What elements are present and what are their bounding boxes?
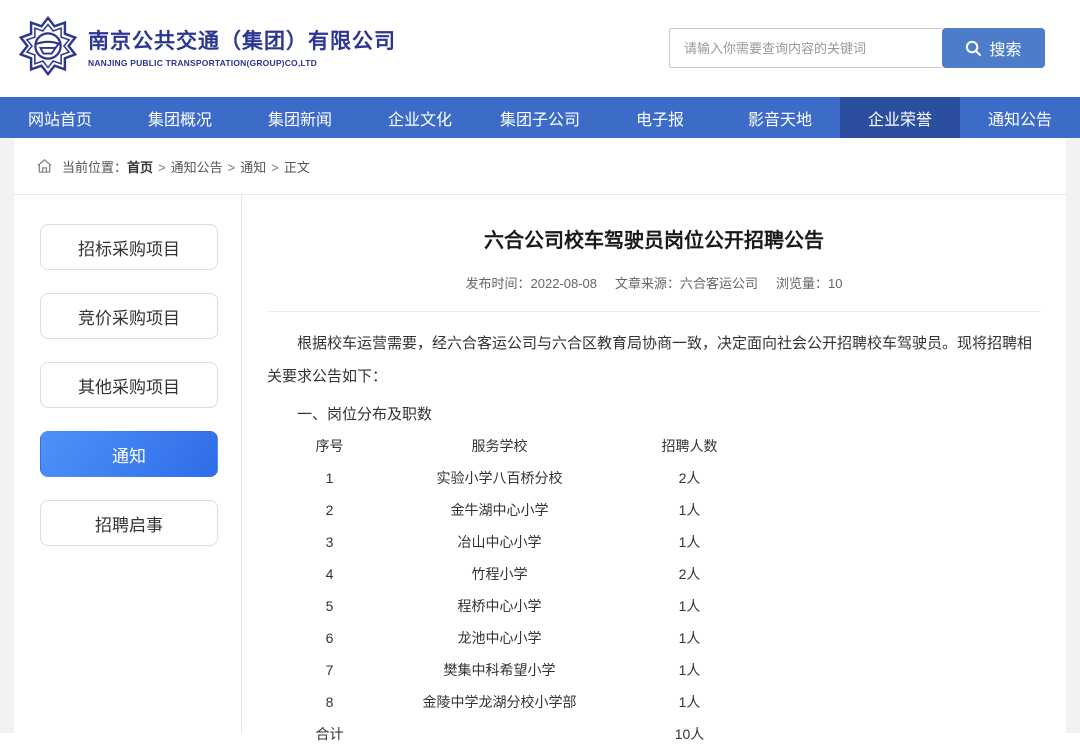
article-meta: 发布时间：2022-08-08 文章来源：六合客运公司浏览量：10 <box>267 273 1041 292</box>
table-row: 6龙池中心小学1人 <box>282 622 757 654</box>
article-title: 六合公司校车驾驶员岗位公开招聘公告 <box>267 224 1041 253</box>
table-cell: 1 <box>282 462 377 494</box>
breadcrumb-separator: > <box>228 160 236 175</box>
table-cell: 1人 <box>622 654 757 686</box>
nav-item-8[interactable]: 通知公告 <box>960 97 1080 138</box>
table-cell: 樊集中科希望小学 <box>377 654 622 686</box>
sidebar-item-3[interactable]: 通知 <box>40 431 218 477</box>
search-icon <box>965 40 982 57</box>
sidebar-item-4[interactable]: 招聘启事 <box>40 500 218 546</box>
table-total-value: 10人 <box>622 718 757 750</box>
content-columns: 招标采购项目竞价采购项目其他采购项目通知招聘启事 六合公司校车驾驶员岗位公开招聘… <box>14 195 1066 733</box>
table-header-2: 招聘人数 <box>622 430 757 462</box>
content-container: 当前位置： 首页>通知公告>通知>正文 招标采购项目竞价采购项目其他采购项目通知… <box>14 138 1066 733</box>
table-cell: 实验小学八百桥分校 <box>377 462 622 494</box>
table-cell: 冶山中心小学 <box>377 526 622 558</box>
nav-item-5[interactable]: 电子报 <box>600 97 720 138</box>
sidebar-item-0[interactable]: 招标采购项目 <box>40 224 218 270</box>
section-heading: 一、岗位分布及职数 <box>267 400 1041 430</box>
breadcrumb-item-1[interactable]: 通知公告 <box>171 160 223 175</box>
company-logo[interactable]: 南京公共交通（集团）有限公司 NANJING PUBLIC TRANSPORTA… <box>18 15 396 77</box>
breadcrumb: 当前位置： 首页 > 通知公告 > 通知 > 正文 <box>14 138 1066 195</box>
table-total-value <box>377 718 622 750</box>
table-cell: 1人 <box>622 494 757 526</box>
nav-item-4[interactable]: 集团子公司 <box>480 97 600 138</box>
home-icon <box>36 158 53 174</box>
table-cell: 7 <box>282 654 377 686</box>
table-row: 1实验小学八百桥分校2人 <box>282 462 757 494</box>
table-cell: 6 <box>282 622 377 654</box>
sidebar-menu: 招标采购项目竞价采购项目其他采购项目通知招聘启事 <box>14 195 242 733</box>
table-cell: 2人 <box>622 558 757 590</box>
breadcrumb-item-2[interactable]: 通知 <box>240 160 266 175</box>
site-search: 搜索 <box>669 28 1045 68</box>
search-input[interactable] <box>669 28 942 68</box>
company-name-english: NANJING PUBLIC TRANSPORTATION(GROUP)CO,L… <box>88 58 396 68</box>
table-cell: 1人 <box>622 686 757 718</box>
table-header-1: 服务学校 <box>377 430 622 462</box>
article-meta-item-2: 浏览量：10 <box>776 273 842 292</box>
breadcrumb-item-3: 正文 <box>284 160 310 175</box>
breadcrumb-label: 当前位置： <box>62 157 127 176</box>
search-button[interactable]: 搜索 <box>942 28 1045 68</box>
table-cell: 1人 <box>622 590 757 622</box>
meta-divider <box>267 311 1041 312</box>
recruitment-table: 序号服务学校招聘人数 1实验小学八百桥分校2人2金牛湖中心小学1人3冶山中心小学… <box>282 430 757 750</box>
table-header-0: 序号 <box>282 430 377 462</box>
article-meta-item-0: 发布时间：2022-08-08 <box>466 273 598 292</box>
nav-item-6[interactable]: 影音天地 <box>720 97 840 138</box>
table-cell: 4 <box>282 558 377 590</box>
table-cell: 2 <box>282 494 377 526</box>
table-total-row: 合计 10人 <box>282 718 757 750</box>
table-cell: 8 <box>282 686 377 718</box>
table-total-label: 合计 <box>282 718 377 750</box>
article-area: 六合公司校车驾驶员岗位公开招聘公告 发布时间：2022-08-08 文章来源：六合… <box>242 195 1066 733</box>
table-cell: 3 <box>282 526 377 558</box>
nav-item-1[interactable]: 集团概况 <box>120 97 240 138</box>
sidebar-item-2[interactable]: 其他采购项目 <box>40 362 218 408</box>
breadcrumb-items: 首页 > 通知公告 > 通知 > 正文 <box>127 157 310 176</box>
breadcrumb-separator: > <box>271 160 279 175</box>
site-header: 南京公共交通（集团）有限公司 NANJING PUBLIC TRANSPORTA… <box>0 0 1080 97</box>
nav-item-0[interactable]: 网站首页 <box>0 97 120 138</box>
table-row: 2金牛湖中心小学1人 <box>282 494 757 526</box>
table-row: 7樊集中科希望小学1人 <box>282 654 757 686</box>
table-cell: 程桥中心小学 <box>377 590 622 622</box>
company-badge-icon <box>18 15 78 77</box>
company-name-block: 南京公共交通（集团）有限公司 NANJING PUBLIC TRANSPORTA… <box>88 25 396 68</box>
table-cell: 龙池中心小学 <box>377 622 622 654</box>
table-row: 4竹程小学2人 <box>282 558 757 590</box>
table-cell: 金陵中学龙湖分校小学部 <box>377 686 622 718</box>
company-name: 南京公共交通（集团）有限公司 <box>88 25 396 55</box>
table-row: 3冶山中心小学1人 <box>282 526 757 558</box>
breadcrumb-separator: > <box>158 160 166 175</box>
table-header-row: 序号服务学校招聘人数 <box>282 430 757 462</box>
table-cell: 1人 <box>622 622 757 654</box>
table-row: 8金陵中学龙湖分校小学部1人 <box>282 686 757 718</box>
table-cell: 金牛湖中心小学 <box>377 494 622 526</box>
nav-item-2[interactable]: 集团新闻 <box>240 97 360 138</box>
nav-item-3[interactable]: 企业文化 <box>360 97 480 138</box>
article-meta-item-1: 文章来源：六合客运公司 <box>615 273 758 292</box>
table-cell: 1人 <box>622 526 757 558</box>
table-row: 5程桥中心小学1人 <box>282 590 757 622</box>
table-cell: 5 <box>282 590 377 622</box>
sidebar-item-1[interactable]: 竞价采购项目 <box>40 293 218 339</box>
nav-item-7[interactable]: 企业荣誉 <box>840 97 960 138</box>
main-navigation: 网站首页集团概况集团新闻企业文化集团子公司电子报影音天地企业荣誉通知公告 <box>0 97 1080 138</box>
search-button-label: 搜索 <box>989 36 1021 60</box>
table-cell: 2人 <box>622 462 757 494</box>
article-paragraph: 根据校车运营需要，经六合客运公司与六合区教育局协商一致，决定面向社会公开招聘校车… <box>267 327 1041 393</box>
table-cell: 竹程小学 <box>377 558 622 590</box>
breadcrumb-item-0[interactable]: 首页 <box>127 160 153 175</box>
page-background: 当前位置： 首页>通知公告>通知>正文 招标采购项目竞价采购项目其他采购项目通知… <box>0 138 1080 733</box>
